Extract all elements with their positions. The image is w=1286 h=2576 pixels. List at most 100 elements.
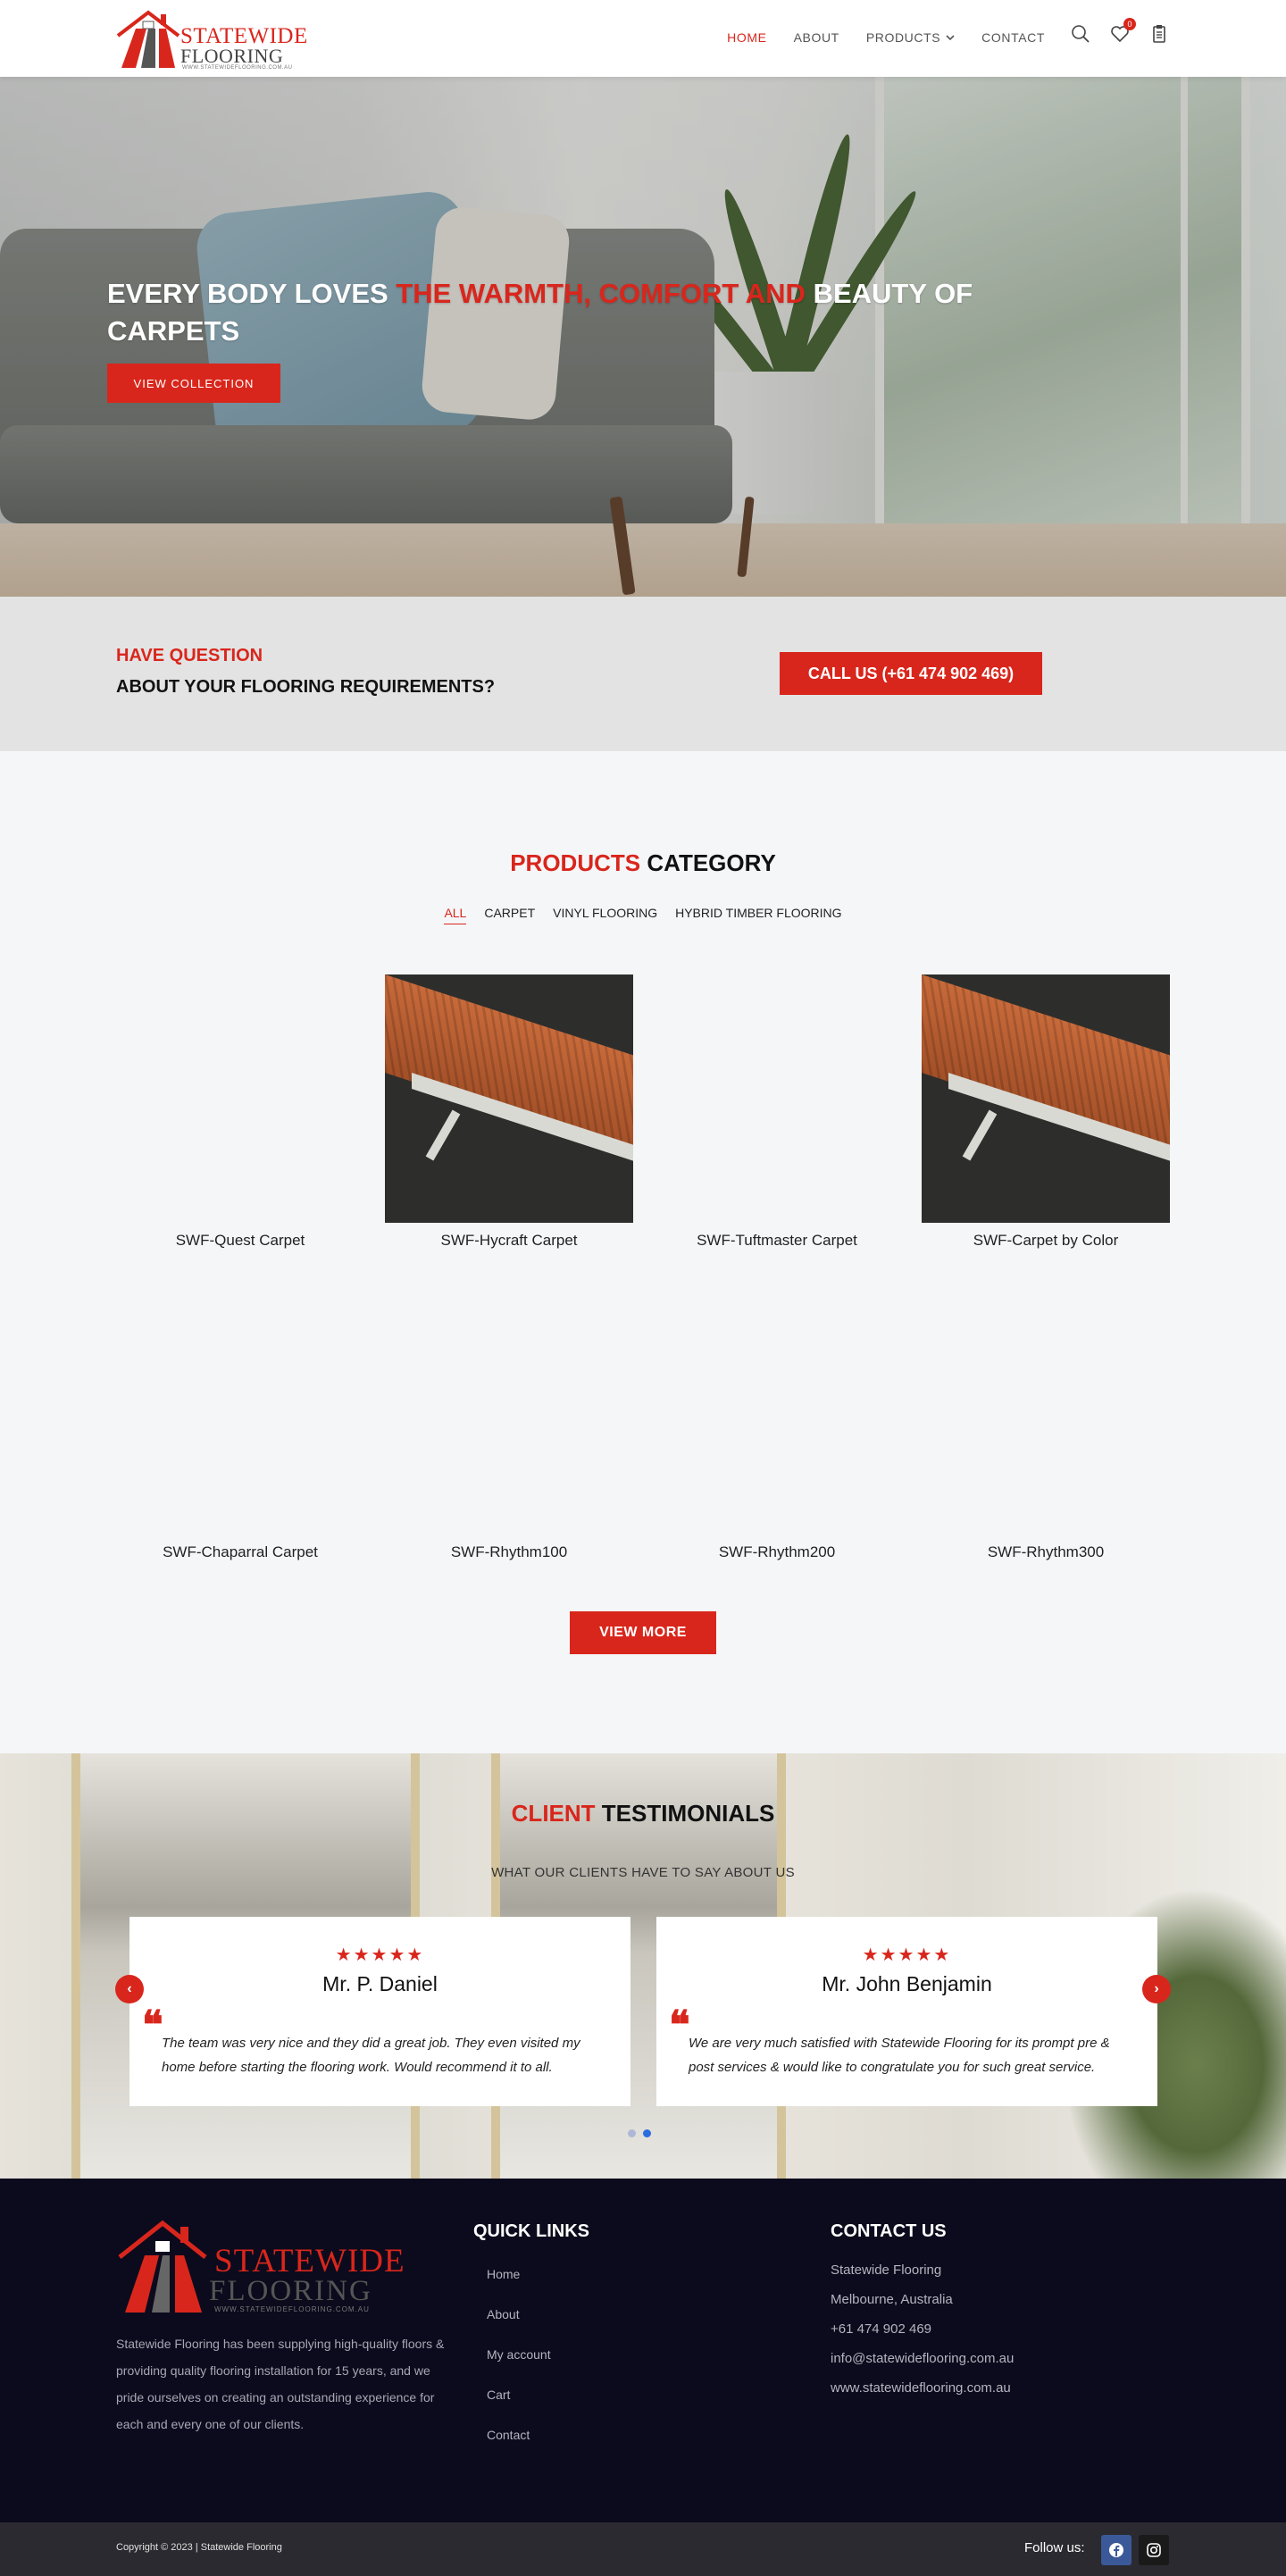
products-title-red: PRODUCTS [510, 849, 641, 876]
call-us-button[interactable]: CALL US (+61 474 902 469) [780, 652, 1042, 695]
product-image [922, 974, 1170, 1223]
filter-hybrid-timber-flooring[interactable]: HYBRID TIMBER FLOORING [675, 906, 841, 924]
hero-title: EVERY BODY LOVES THE WARMTH, COMFORT AND… [107, 275, 1000, 350]
product-name: SWF-Tuftmaster Carpet [697, 1232, 857, 1249]
bottom-bar: Copyright © 2023 | Statewide Flooring Fo… [0, 2522, 1286, 2576]
product-card[interactable]: SWF-Hycraft Carpet [385, 974, 633, 1250]
nav-home[interactable]: HOME [727, 30, 766, 45]
nav-products[interactable]: PRODUCTS [866, 30, 955, 45]
product-image [385, 974, 633, 1223]
footer-link-my-account[interactable]: My account [487, 2341, 551, 2381]
products-section: PRODUCTS CATEGORY ALL CARPET VINYL FLOOR… [0, 751, 1286, 1753]
testimonial-text: The team was very nice and they did a gr… [162, 2036, 580, 2075]
contact-company: Statewide Flooring [831, 2262, 942, 2278]
product-image [116, 1286, 364, 1535]
view-more-button[interactable]: VIEW MORE [570, 1611, 716, 1654]
nav-about-label: ABOUT [793, 30, 839, 45]
follow-us-label: Follow us: [1024, 2540, 1085, 2555]
contact-phone[interactable]: +61 474 902 469 [831, 2316, 1014, 2346]
logo-text-flooring: FLOORING [180, 45, 284, 67]
product-card[interactable]: SWF-Rhythm300 [922, 1286, 1170, 1561]
chevron-down-icon [946, 35, 955, 41]
product-image [653, 1286, 901, 1535]
nav-about[interactable]: ABOUT [794, 30, 839, 45]
product-filters: ALL CARPET VINYL FLOORING HYBRID TIMBER … [0, 906, 1286, 924]
testimonials-title-red: CLIENT [511, 1800, 596, 1827]
footer-logo-statewide: STATEWIDE [214, 2243, 405, 2279]
testimonials-section: CLIENT TESTIMONIALS WHAT OUR CLIENTS HAV… [0, 1753, 1286, 2179]
testimonial-card: ★★★★★ Mr. John Benjamin ❝ We are very mu… [656, 1917, 1157, 2106]
filter-all[interactable]: ALL [444, 906, 467, 924]
copyright-text: Copyright © 2023 | Statewide Flooring [116, 2542, 282, 2553]
footer-link-contact[interactable]: Contact [487, 2421, 551, 2462]
hero-banner: EVERY BODY LOVES THE WARMTH, COMFORT AND… [0, 77, 1286, 597]
footer-logo-house-icon [118, 2220, 207, 2313]
main-nav: HOME ABOUT PRODUCTS CONTACT [727, 30, 1045, 45]
question-heading: HAVE QUESTION [116, 646, 263, 665]
facebook-icon[interactable] [1101, 2535, 1132, 2565]
wishlist-count-badge: 0 [1123, 18, 1136, 30]
nav-home-label: HOME [727, 30, 767, 45]
carousel-next-arrow-icon[interactable]: › [1142, 1975, 1171, 2003]
product-card[interactable]: SWF-Rhythm200 [653, 1286, 901, 1561]
hero-title-highlight: THE WARMTH, COMFORT AND [396, 278, 806, 309]
quote-icon: ❝ [142, 2003, 163, 2047]
carousel-dot-active[interactable] [643, 2129, 651, 2137]
site-footer: STATEWIDE FLOORING WWW.STATEWIDEFLOORING… [0, 2179, 1286, 2522]
filter-carpet[interactable]: CARPET [484, 906, 535, 924]
footer-logo-flooring: FLOORING [209, 2275, 372, 2307]
footer-link-cart[interactable]: Cart [487, 2381, 551, 2421]
footer-logo-url: WWW.STATEWIDEFLOORING.COM.AU [214, 2305, 370, 2313]
product-card[interactable]: SWF-Quest Carpet [116, 974, 364, 1250]
search-icon[interactable] [1070, 23, 1091, 45]
footer-about-text: Statewide Flooring has been supplying hi… [116, 2337, 445, 2431]
product-name: SWF-Rhythm100 [450, 1543, 568, 1560]
footer-logo[interactable]: STATEWIDE FLOORING WWW.STATEWIDEFLOORING… [116, 2216, 405, 2316]
testimonial-author: Mr. P. Daniel [322, 1972, 438, 1995]
star-rating-icon: ★★★★★ [862, 1945, 952, 1965]
contact-email[interactable]: info@statewideflooring.com.au [831, 2346, 1014, 2375]
testimonial-card: ★★★★★ Mr. P. Daniel ❝ The team was very … [129, 1917, 630, 2106]
contact-location: Melbourne, Australia [831, 2292, 953, 2307]
cart-clipboard-icon[interactable] [1148, 23, 1170, 45]
logo-house-icon [116, 10, 180, 68]
product-name: SWF-Quest Carpet [175, 1232, 305, 1249]
product-image [653, 974, 901, 1223]
contact-website[interactable]: www.statewideflooring.com.au [831, 2375, 1014, 2405]
footer-link-home[interactable]: Home [487, 2261, 551, 2301]
product-image [116, 974, 364, 1223]
nav-contact[interactable]: CONTACT [981, 30, 1045, 45]
carousel-prev-arrow-icon[interactable]: ‹ [115, 1975, 144, 2003]
logo-url: WWW.STATEWIDEFLOORING.COM.AU [182, 65, 293, 71]
carousel-dots [628, 2129, 651, 2137]
products-title: PRODUCTS CATEGORY [0, 849, 1286, 877]
testimonials-subtitle: WHAT OUR CLIENTS HAVE TO SAY ABOUT US [491, 1865, 795, 1880]
product-card[interactable]: SWF-Rhythm100 [385, 1286, 633, 1561]
product-card[interactable]: SWF-Tuftmaster Carpet [653, 974, 901, 1250]
hero-title-part1: EVERY BODY LOVES [107, 278, 397, 309]
footer-link-about[interactable]: About [487, 2301, 551, 2341]
product-name: SWF-Rhythm200 [718, 1543, 836, 1560]
wishlist-heart-icon[interactable]: 0 [1109, 18, 1136, 45]
product-name: SWF-Carpet by Color [973, 1232, 1119, 1249]
product-card[interactable]: SWF-Carpet by Color [922, 974, 1170, 1250]
question-subheading: ABOUT YOUR FLOORING REQUIREMENTS? [116, 677, 496, 697]
product-card[interactable]: SWF-Chaparral Carpet [116, 1286, 364, 1561]
contact-us-title: CONTACT US [831, 2221, 947, 2241]
instagram-icon[interactable] [1139, 2535, 1169, 2565]
product-image [385, 1286, 633, 1535]
site-logo[interactable]: STATEWIDE FLOORING WWW.STATEWIDEFLOORING… [116, 9, 307, 71]
contact-list: Statewide Flooring Melbourne, Australia … [831, 2257, 1014, 2405]
product-name: SWF-Hycraft Carpet [440, 1232, 578, 1249]
testimonial-author: Mr. John Benjamin [822, 1972, 992, 1995]
filter-vinyl-flooring[interactable]: VINYL FLOORING [553, 906, 657, 924]
quote-icon: ❝ [669, 2003, 690, 2047]
nav-products-label: PRODUCTS [865, 30, 941, 45]
site-header: STATEWIDE FLOORING WWW.STATEWIDEFLOORING… [0, 0, 1286, 77]
testimonials-title-dark: TESTIMONIALS [595, 1800, 775, 1827]
carousel-dot[interactable] [628, 2129, 636, 2137]
view-collection-button[interactable]: VIEW COLLECTION [107, 364, 280, 403]
nav-contact-label: CONTACT [981, 30, 1045, 45]
product-image [922, 1286, 1170, 1535]
question-banner: HAVE QUESTION ABOUT YOUR FLOORING REQUIR… [0, 597, 1286, 751]
